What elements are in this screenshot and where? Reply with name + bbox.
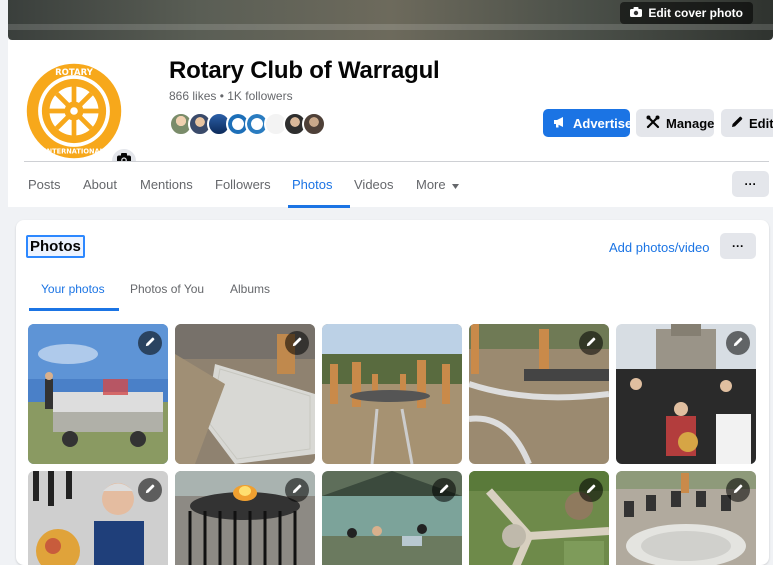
edit-photo-button[interactable] (726, 478, 750, 502)
pencil-icon (145, 334, 155, 352)
tab-photos-of-you[interactable]: Photos of You (130, 282, 204, 296)
tab-videos[interactable]: Videos (354, 162, 394, 206)
pencil-icon (292, 334, 302, 352)
edit-photo-button[interactable] (138, 478, 162, 502)
tab-more[interactable]: More (416, 162, 459, 206)
follower-avatars[interactable] (169, 112, 326, 136)
camera-icon (630, 6, 643, 20)
edit-cover-label: Edit cover photo (648, 6, 743, 20)
edit-photo-button[interactable] (432, 478, 456, 502)
edit-page-button[interactable]: Edit (721, 109, 773, 137)
svg-text:ROTARY: ROTARY (55, 68, 94, 78)
edit-cover-photo-button[interactable]: Edit cover photo (620, 2, 753, 24)
tab-followers[interactable]: Followers (215, 162, 271, 206)
active-tab-indicator (288, 205, 350, 208)
pencil-icon (733, 334, 743, 352)
page-title: Rotary Club of Warragul (169, 57, 440, 84)
photo-thumbnail[interactable] (616, 324, 756, 464)
pencil-icon (733, 481, 743, 499)
page-stats[interactable]: 866 likes • 1K followers (169, 89, 293, 103)
megaphone-icon (553, 116, 567, 131)
photo-image (322, 324, 462, 464)
manage-label: Manage (666, 115, 715, 131)
section-title: Photos (26, 235, 85, 258)
tab-photos[interactable]: Photos (292, 162, 332, 206)
manage-button[interactable]: Manage (636, 109, 714, 137)
tab-more-label: More (416, 176, 446, 192)
advertise-button[interactable]: Advertise (543, 109, 633, 137)
add-photos-video-link[interactable]: Add photos/video (609, 240, 709, 255)
pencil-icon (292, 481, 302, 499)
photo-thumbnail[interactable] (616, 471, 756, 565)
tab-posts[interactable]: Posts (28, 162, 61, 206)
photo-thumbnail[interactable] (469, 324, 609, 464)
advertise-label: Advertise (573, 115, 633, 131)
photo-thumbnail[interactable] (469, 471, 609, 565)
photo-thumbnail[interactable] (322, 324, 462, 464)
avatar (302, 112, 326, 136)
pencil-icon (145, 481, 155, 499)
photo-thumbnail[interactable] (28, 324, 168, 464)
profile-picture[interactable]: ROTARY INTERNATIONAL (20, 57, 138, 175)
tab-your-photos[interactable]: Your photos (41, 282, 105, 296)
edit-photo-button[interactable] (579, 331, 603, 355)
tab-about[interactable]: About (83, 162, 117, 206)
photos-card: Photos Add photos/video ··· Your photos … (16, 220, 769, 565)
tab-albums[interactable]: Albums (230, 282, 270, 296)
pencil-icon (731, 116, 743, 131)
edit-photo-button[interactable] (726, 331, 750, 355)
edit-photo-button[interactable] (285, 478, 309, 502)
cover-photo: Edit cover photo (8, 0, 773, 40)
edit-photo-button[interactable] (285, 331, 309, 355)
nav-more-options-button[interactable]: ··· (732, 171, 769, 197)
pencil-icon (586, 334, 596, 352)
tools-icon (646, 115, 660, 132)
photo-thumbnail[interactable] (175, 471, 315, 565)
caret-down-icon (451, 177, 459, 192)
photos-more-options-button[interactable]: ··· (720, 233, 756, 259)
page-nav: Posts About Mentions Followers Photos Vi… (8, 162, 773, 208)
pencil-icon (439, 481, 449, 499)
rotary-logo: ROTARY INTERNATIONAL (20, 57, 128, 165)
photo-thumbnail[interactable] (28, 471, 168, 565)
edit-photo-button[interactable] (138, 331, 162, 355)
pencil-icon (586, 481, 596, 499)
svg-text:INTERNATIONAL: INTERNATIONAL (44, 148, 104, 156)
tab-mentions[interactable]: Mentions (140, 162, 193, 206)
active-subtab-indicator (29, 308, 119, 311)
photo-thumbnail[interactable] (322, 471, 462, 565)
edit-label: Edit (749, 115, 773, 131)
edit-photo-button[interactable] (579, 478, 603, 502)
photo-thumbnail[interactable] (175, 324, 315, 464)
